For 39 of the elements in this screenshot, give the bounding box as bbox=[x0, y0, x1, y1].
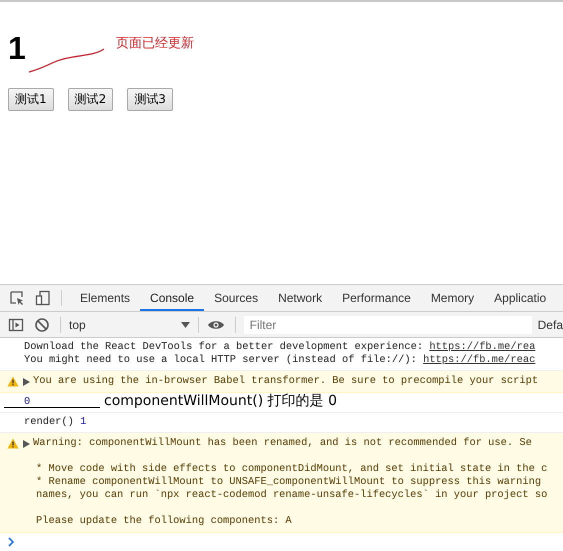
levels-dropdown[interactable]: Defa bbox=[538, 318, 563, 332]
warning-icon bbox=[7, 438, 19, 449]
device-icon[interactable] bbox=[35, 290, 51, 306]
eye-icon[interactable] bbox=[206, 318, 225, 330]
inspect-icon[interactable] bbox=[9, 290, 25, 306]
test-button[interactable]: 测试2 bbox=[68, 88, 114, 111]
expand-arrow-icon[interactable] bbox=[23, 378, 30, 386]
context-select[interactable]: top bbox=[69, 318, 190, 332]
clear-icon[interactable] bbox=[34, 316, 50, 332]
caret-icon[interactable] bbox=[180, 322, 190, 328]
warning-text: Please update the following components: A bbox=[36, 515, 292, 528]
sidebar-toggle-icon[interactable] bbox=[8, 316, 24, 332]
annotation-note: 页面已经更新 bbox=[116, 35, 194, 52]
warning-text: You are using the in-browser Babel transformer. Be sure to precompile your script bbox=[33, 375, 538, 388]
annotation-text: componentWillMount() 打印的是 0 bbox=[104, 393, 338, 410]
devtools-tab[interactable]: Sources bbox=[204, 285, 268, 311]
logged-value: 0 bbox=[24, 396, 30, 408]
devtools-tab[interactable]: Memory bbox=[420, 285, 484, 311]
warning-text: names, you can run `npx react-codemod rename-unsafe-lifecycles` in your project so bbox=[36, 489, 548, 502]
devtools-tab[interactable]: Performance bbox=[332, 285, 421, 311]
devtools-tab[interactable]: Applicatio bbox=[484, 285, 556, 311]
warning-text: * Rename componentWillMount to UNSAFE_componentWillMount to suppress this warning bbox=[36, 476, 542, 489]
filter-field[interactable]: Filter bbox=[244, 316, 532, 334]
console-message: You might need to use a local HTTP server (instead of file://): https://fb.me/reac bbox=[24, 354, 536, 367]
devtools-tab[interactable]: Elements bbox=[70, 285, 140, 311]
counter-value: 1 bbox=[8, 30, 26, 66]
prompt-icon[interactable] bbox=[8, 537, 15, 547]
warning-icon bbox=[7, 376, 19, 387]
devtools-tab[interactable]: Network bbox=[268, 285, 332, 311]
warning-text: Warning: componentWillMount has been renamed, and is not recommended for use. Se bbox=[33, 437, 532, 450]
logged-value: 1 bbox=[80, 416, 86, 428]
test-button[interactable]: 测试3 bbox=[127, 88, 173, 111]
warning-text: * Move code with side effects to componentDidMount, and set initial state in the c bbox=[36, 463, 548, 476]
console-message: Download the React DevTools for a better development experience: https://fb.me/rea bbox=[24, 341, 536, 354]
expand-arrow-icon[interactable] bbox=[23, 440, 30, 448]
log-text: render() bbox=[24, 416, 74, 428]
console-link[interactable]: https://fb.me/rea bbox=[429, 341, 536, 353]
test-button[interactable]: 测试1 bbox=[8, 88, 54, 111]
console-link[interactable]: https://fb.me/reac bbox=[423, 354, 536, 366]
